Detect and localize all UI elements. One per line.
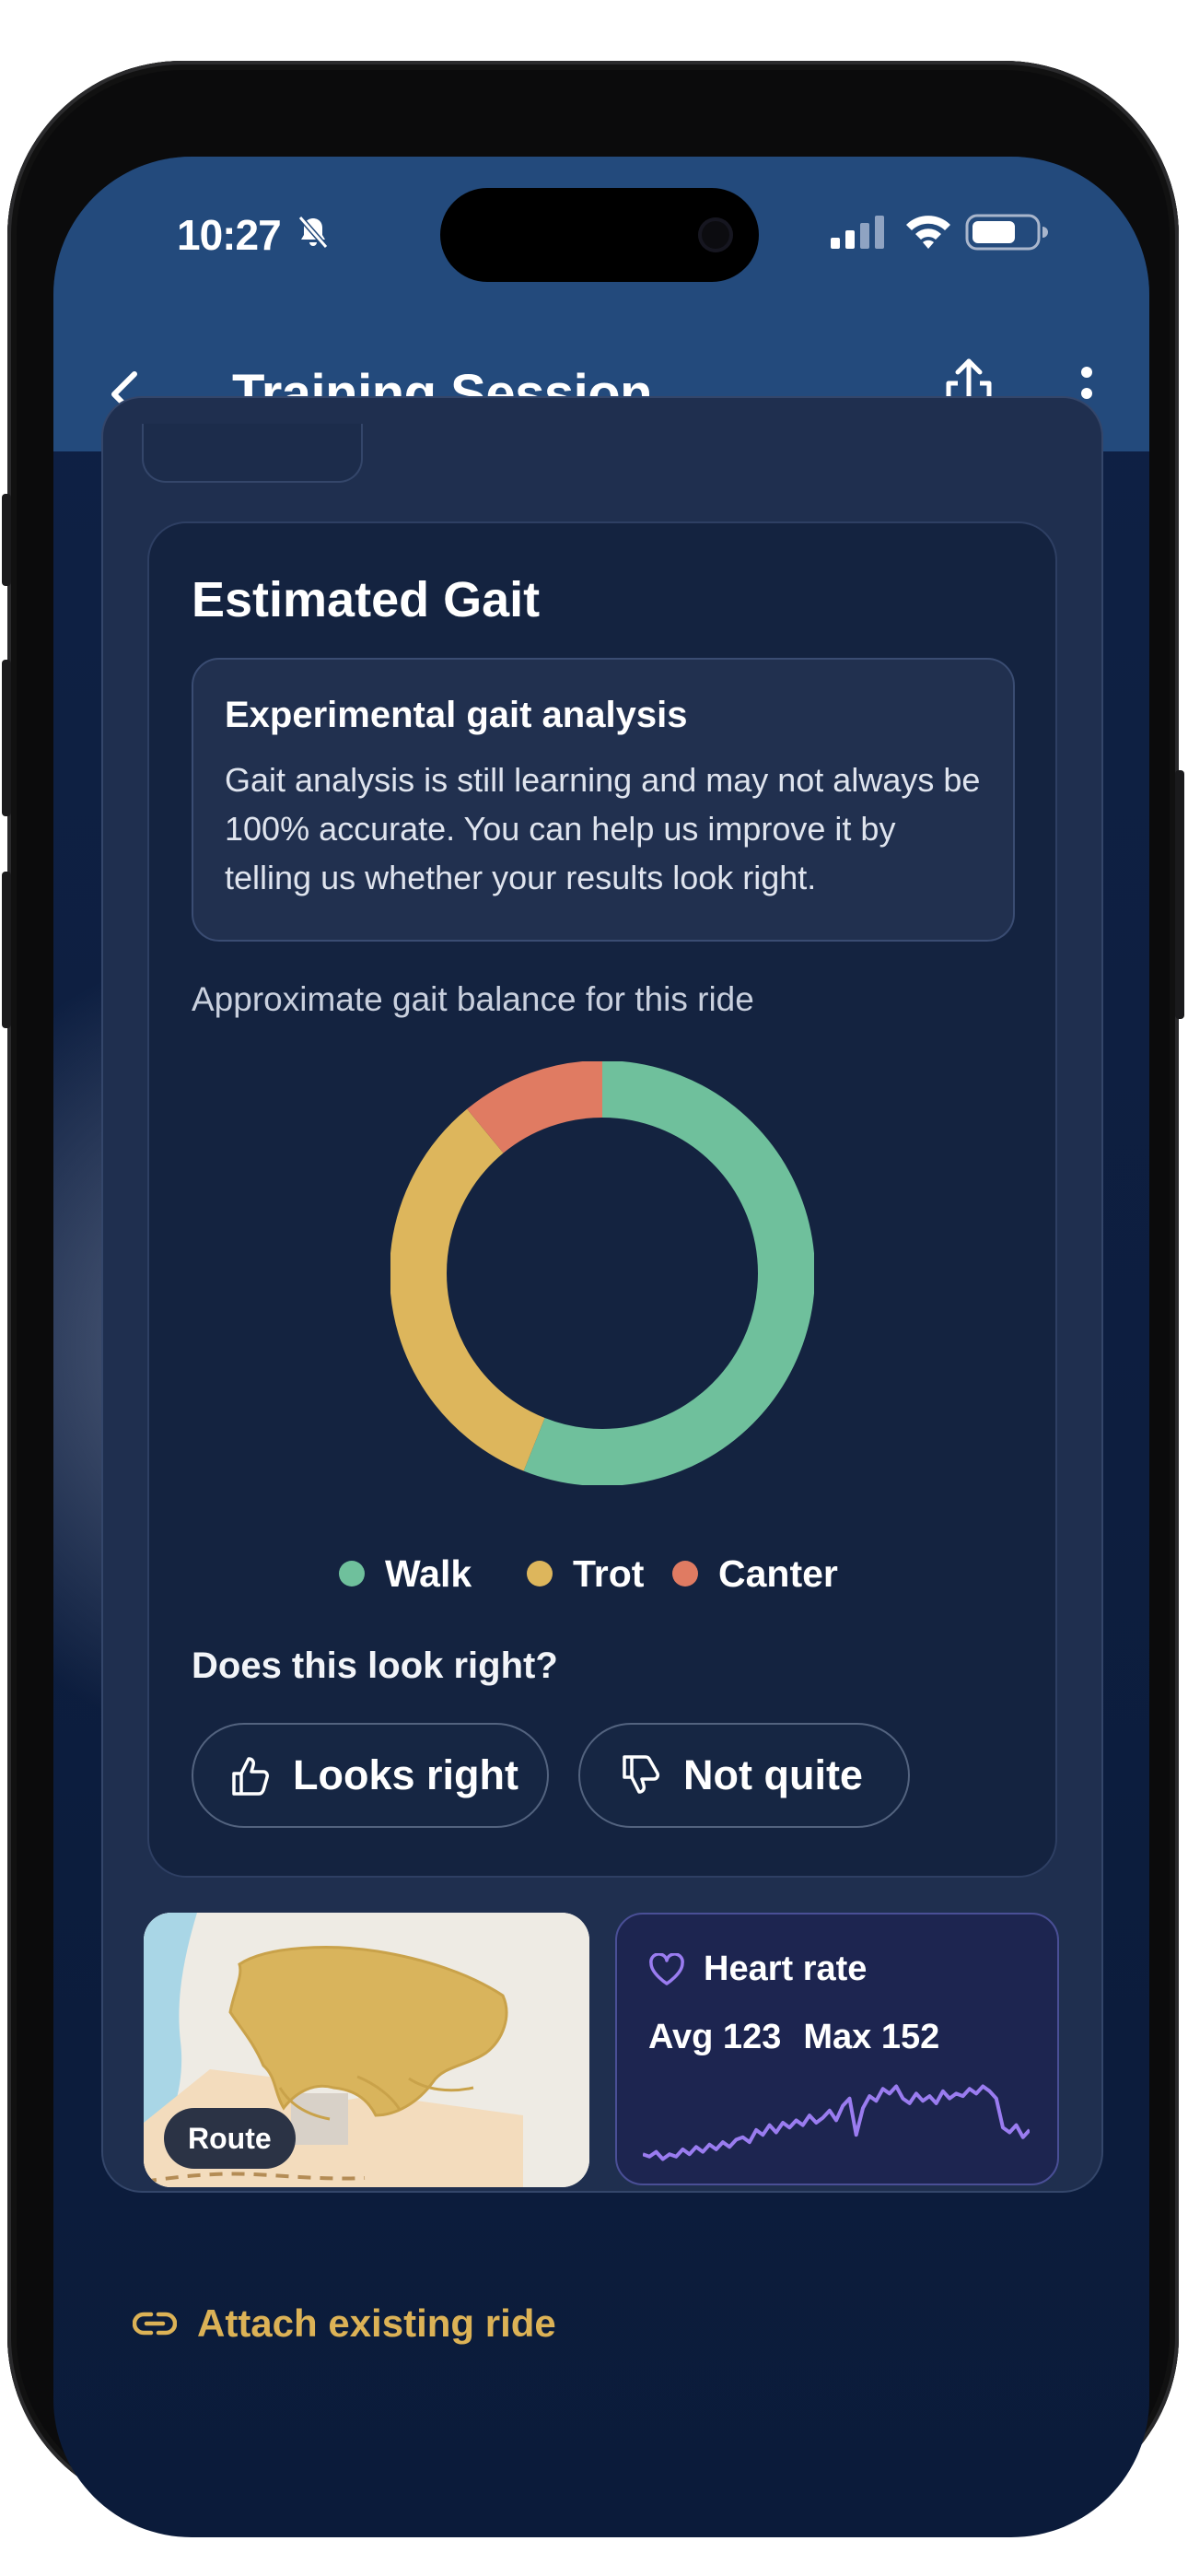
experimental-notice: Experimental gait analysis Gait analysis… [192, 658, 1015, 942]
legend-dot-trot [527, 1561, 553, 1587]
legend-dot-walk [339, 1561, 365, 1587]
heart-icon [649, 1953, 684, 1985]
heart-rate-title: Heart rate [704, 1950, 868, 1988]
heart-rate-card[interactable]: Heart rate Avg 123 Max 152 [615, 1913, 1059, 2185]
link-icon [133, 2312, 177, 2336]
gait-card-title: Estimated Gait [192, 572, 541, 627]
attach-existing-ride-link[interactable]: Attach existing ride [133, 2301, 556, 2346]
notice-body: Gait analysis is still learning and may … [225, 761, 981, 896]
cellular-signal-icon [831, 216, 884, 249]
legend-item-walk: Walk [339, 1546, 472, 1601]
legend-item-trot: Trot [527, 1546, 644, 1601]
looks-right-button[interactable]: Looks right [192, 1723, 549, 1828]
feedback-question: Does this look right? [192, 1645, 558, 1686]
volume-up-button [2, 660, 11, 816]
status-time: 10:27 [177, 211, 282, 259]
power-button [1175, 770, 1184, 1019]
estimated-gait-card: Estimated Gait Experimental gait analysi… [147, 521, 1057, 1878]
mute-switch [2, 494, 11, 586]
legend-item-canter: Canter [672, 1546, 838, 1601]
chart-legend: Walk Trot Canter [149, 1546, 1055, 1601]
heart-rate-max: Max 152 [803, 2018, 940, 2056]
route-label: Route [164, 2108, 296, 2169]
heart-rate-stats: Avg 123 Max 152 [648, 2018, 939, 2057]
heart-rate-sparkline [643, 2084, 1030, 2161]
map-building [291, 2093, 348, 2145]
legend-dot-canter [672, 1561, 698, 1587]
scrolled-chip[interactable] [142, 424, 363, 483]
not-quite-label: Not quite [683, 1751, 863, 1798]
wifi-icon [906, 216, 950, 249]
battery-icon [965, 214, 1048, 251]
legend-label-canter: Canter [718, 1551, 838, 1595]
looks-right-label: Looks right [293, 1751, 518, 1798]
volume-down-button [2, 872, 11, 1028]
legend-label-trot: Trot [573, 1551, 645, 1595]
heart-rate-line [643, 2084, 1030, 2161]
screen: 10:27 Training Session Estimated Gait Ex… [53, 157, 1149, 2537]
notice-title: Experimental gait analysis [225, 695, 688, 735]
chart-caption: Approximate gait balance for this ride [192, 980, 754, 1018]
gait-donut-chart [390, 1061, 814, 1485]
heart-rate-avg: Avg 123 [648, 2018, 782, 2056]
attach-existing-ride-label: Attach existing ride [197, 2301, 556, 2345]
phone-frame: 10:27 Training Session Estimated Gait Ex… [2, 61, 1184, 2537]
legend-label-walk: Walk [385, 1551, 472, 1595]
camera-lens [698, 217, 733, 252]
route-map-card[interactable]: Route [144, 1913, 589, 2187]
bell-slash-icon [297, 216, 329, 249]
thumbs-up-icon [232, 1757, 269, 1796]
not-quite-button[interactable]: Not quite [578, 1723, 910, 1828]
thumbs-down-icon [623, 1755, 659, 1794]
